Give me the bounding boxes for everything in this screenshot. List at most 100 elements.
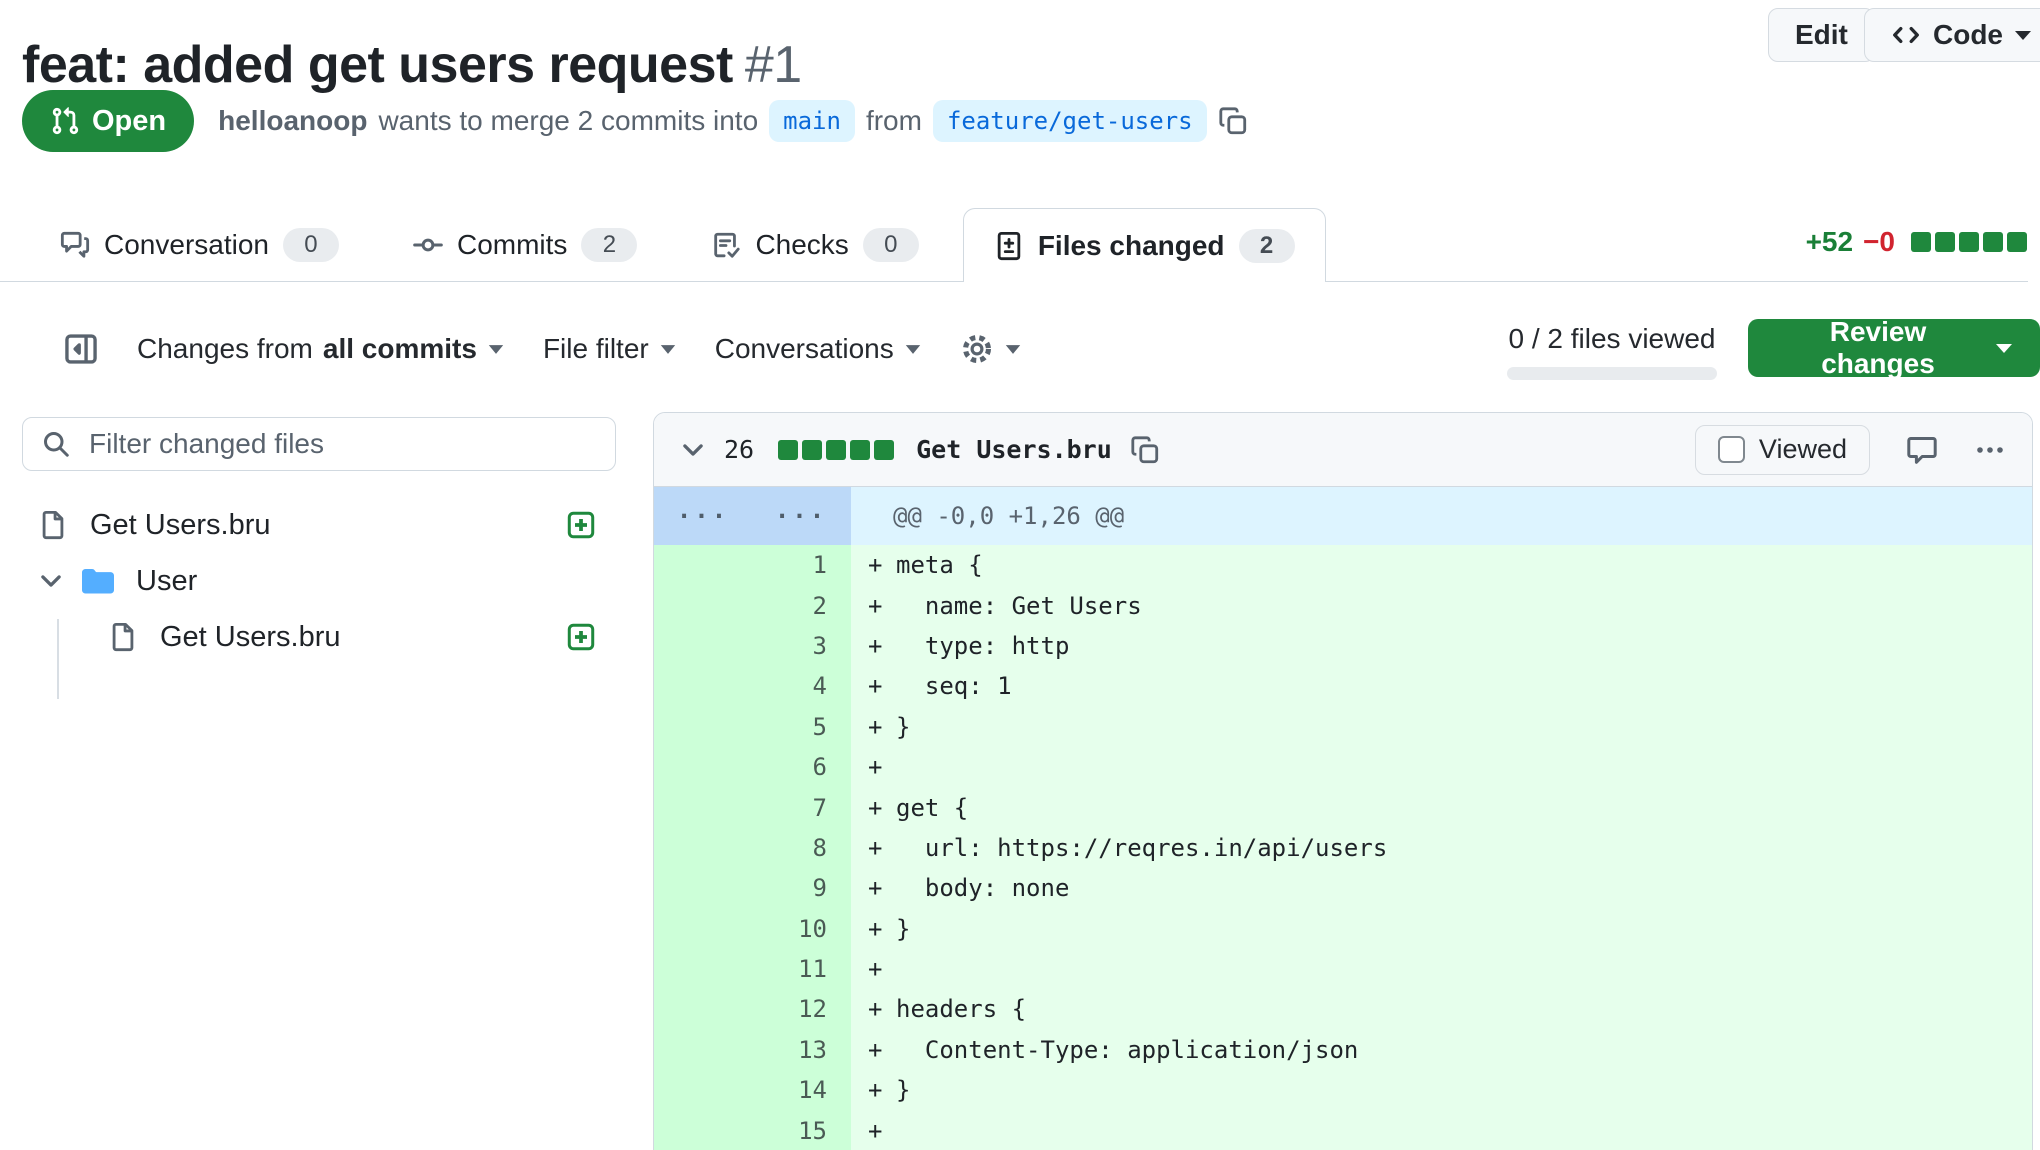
old-line-number-cell[interactable] [654, 707, 752, 747]
hunk-dots: ··· [654, 502, 752, 530]
status-badge: Open [22, 90, 194, 152]
copy-branch-button[interactable] [1218, 106, 1248, 136]
tab-commits-count: 2 [581, 228, 637, 262]
old-line-number-cell[interactable] [654, 1030, 752, 1070]
tab-commits[interactable]: Commits 2 [383, 208, 667, 282]
viewed-checkbox[interactable] [1718, 436, 1745, 463]
new-line-number-cell[interactable]: 12 [752, 989, 851, 1029]
file-options-kebab-button[interactable] [1974, 434, 2006, 466]
new-line-number-cell[interactable]: 14 [752, 1070, 851, 1110]
diff-file-name[interactable]: Get Users.bru [916, 435, 1112, 464]
diffstat-deletions: −0 [1863, 226, 1895, 258]
changes-from-label: Changes from [137, 333, 313, 365]
changes-from-dropdown[interactable]: Changes from all commits [137, 333, 505, 365]
diff-line-row: 8 + url: https://reqres.in/api/users [654, 828, 2032, 868]
new-line-number-cell[interactable]: 3 [752, 626, 851, 666]
collapse-diff-button[interactable] [680, 437, 706, 463]
new-line-number-cell[interactable]: 11 [752, 949, 851, 989]
tree-item-label: Get Users.bru [90, 509, 271, 542]
code-text: name: Get Users [896, 592, 1142, 620]
new-line-number-cell[interactable]: 7 [752, 787, 851, 827]
new-line-number-cell[interactable]: 8 [752, 828, 851, 868]
tab-conversation[interactable]: Conversation 0 [30, 208, 369, 282]
diff-line-row: 13 + Content-Type: application/json [654, 1030, 2032, 1070]
collapse-file-tree-button[interactable] [63, 331, 99, 367]
tab-checks[interactable]: Checks 0 [681, 208, 948, 282]
code-text: meta { [896, 551, 983, 579]
old-line-number-cell[interactable] [654, 787, 752, 827]
new-line-number-cell[interactable]: 1 [752, 545, 851, 585]
old-line-number-cell[interactable] [654, 989, 752, 1029]
diff-line-row: 7 +get { [654, 787, 2032, 827]
diff-line-row: 2 + name: Get Users [654, 585, 2032, 625]
new-line-number-cell[interactable]: 4 [752, 666, 851, 706]
old-line-number-cell[interactable] [654, 545, 752, 585]
old-line-number-cell[interactable] [654, 1070, 752, 1110]
new-line-number-cell[interactable]: 5 [752, 707, 851, 747]
addition-marker: + [868, 915, 896, 943]
new-line-number-cell[interactable]: 6 [752, 747, 851, 787]
code-text: Content-Type: application/json [896, 1036, 1358, 1064]
old-line-number-cell[interactable] [654, 666, 752, 706]
new-line-number-cell[interactable]: 9 [752, 868, 851, 908]
code-cell: + [851, 747, 2032, 787]
merge-summary: helloanoop wants to merge 2 commits into… [218, 100, 1247, 142]
diff-settings-dropdown[interactable] [960, 332, 1022, 366]
addition-marker: + [868, 1036, 896, 1064]
code-cell: + body: none [851, 868, 2032, 908]
file-comment-button[interactable] [1906, 434, 1938, 466]
code-cell: + seq: 1 [851, 666, 2032, 706]
review-changes-button[interactable]: Review changes [1748, 319, 2040, 377]
addition-marker: + [868, 995, 896, 1023]
tree-item-folder-user[interactable]: User [22, 553, 616, 609]
tree-indent-guide [57, 619, 59, 699]
diffstat-block [826, 440, 846, 460]
expand-hunk-gutter[interactable]: ······ [654, 487, 851, 545]
edit-button[interactable]: Edit [1768, 8, 1875, 62]
tree-item-file-nested[interactable]: Get Users.bru [22, 609, 616, 665]
head-branch-label[interactable]: feature/get-users [933, 100, 1207, 142]
search-icon [41, 429, 71, 459]
diff-line-row: 9 + body: none [654, 868, 2032, 908]
tab-conversation-count: 0 [283, 228, 339, 262]
old-line-number-cell[interactable] [654, 585, 752, 625]
copy-file-path-button[interactable] [1130, 435, 1160, 465]
old-line-number-cell[interactable] [654, 1110, 752, 1150]
file-changed-lines-count: 26 [724, 435, 754, 464]
diff-added-icon [566, 510, 596, 540]
old-line-number-cell[interactable] [654, 626, 752, 666]
status-badge-label: Open [92, 105, 166, 138]
new-line-number-cell[interactable]: 13 [752, 1030, 851, 1070]
new-line-number-cell[interactable]: 15 [752, 1110, 851, 1150]
gear-icon [960, 332, 994, 366]
code-cell: + [851, 949, 2032, 989]
addition-marker: + [868, 1076, 896, 1104]
chevron-down-icon [1996, 344, 2012, 353]
author-link[interactable]: helloanoop [218, 105, 367, 137]
diff-line-row: 12 +headers { [654, 989, 2032, 1029]
old-line-number-cell[interactable] [654, 949, 752, 989]
file-filter-dropdown[interactable]: File filter [543, 333, 677, 365]
comment-discussion-icon [60, 230, 90, 260]
code-cell: + type: http [851, 626, 2032, 666]
code-button-label: Code [1933, 19, 2003, 51]
code-icon [1891, 20, 1921, 50]
old-line-number-cell[interactable] [654, 909, 752, 949]
filter-changed-files-input[interactable] [87, 427, 597, 461]
conversations-dropdown[interactable]: Conversations [715, 333, 922, 365]
tab-checks-count: 0 [863, 228, 919, 262]
new-line-number-cell[interactable]: 10 [752, 909, 851, 949]
diff-line-row: 5 +} [654, 707, 2032, 747]
tree-item-file-root[interactable]: Get Users.bru [22, 497, 616, 553]
base-branch-label[interactable]: main [769, 100, 855, 142]
old-line-number-cell[interactable] [654, 747, 752, 787]
old-line-number-cell[interactable] [654, 828, 752, 868]
addition-marker: + [868, 592, 896, 620]
tab-files-changed[interactable]: Files changed 2 [963, 208, 1326, 282]
new-line-number-cell[interactable]: 2 [752, 585, 851, 625]
code-button[interactable]: Code [1864, 8, 2040, 62]
addition-marker: + [868, 955, 896, 983]
old-line-number-cell[interactable] [654, 868, 752, 908]
viewed-button[interactable]: Viewed [1695, 425, 1870, 475]
diffstat-block [1959, 232, 1979, 252]
